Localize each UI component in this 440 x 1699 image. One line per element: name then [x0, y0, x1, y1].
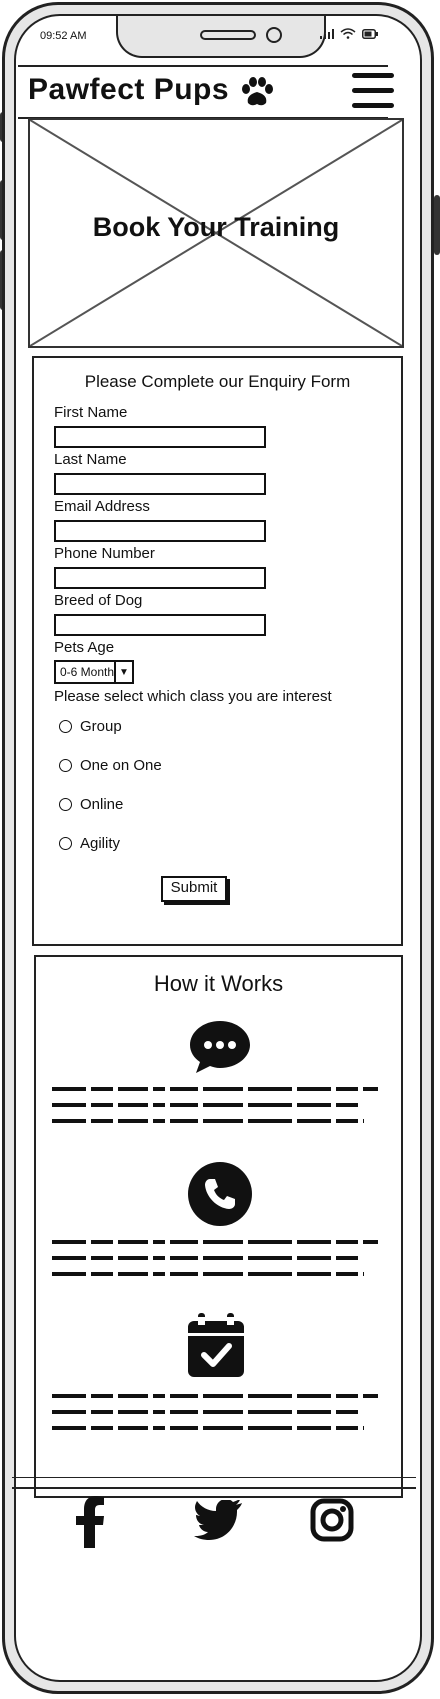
- enquiry-form: Please Complete our Enquiry Form First N…: [32, 356, 403, 946]
- breed-input[interactable]: [54, 614, 266, 636]
- radio-button[interactable]: [59, 798, 72, 811]
- wifi-icon: [340, 28, 356, 39]
- form-title: Please Complete our Enquiry Form: [84, 372, 351, 391]
- phone-side-button-right: [434, 195, 440, 255]
- how-it-works-section: How it Works: [34, 955, 403, 1498]
- class-option-agility[interactable]: Agility: [59, 835, 120, 852]
- pets-age-label: Pets Age: [54, 639, 115, 656]
- site-header: Pawfect Pups: [18, 65, 394, 119]
- pets-age-selected: 0-6 Months: [60, 665, 114, 679]
- signal-icon: [320, 28, 334, 39]
- status-time: 09:52 AM: [40, 30, 87, 42]
- brand-title[interactable]: Pawfect Pups: [28, 73, 229, 107]
- email-label: Email Address: [54, 498, 150, 515]
- class-prompt: Please select which class you are intere…: [54, 688, 332, 705]
- speaker-grille: [200, 30, 256, 40]
- footer-divider: [12, 1487, 416, 1489]
- class-option-label: One on One: [80, 757, 162, 774]
- instagram-icon[interactable]: [310, 1498, 354, 1542]
- email-input[interactable]: [54, 520, 266, 542]
- class-option-label: Agility: [80, 835, 121, 852]
- first-name-label: First Name: [54, 404, 128, 421]
- chat-bubble-icon: [190, 1021, 250, 1073]
- radio-button[interactable]: [59, 759, 72, 772]
- class-option-group[interactable]: Group: [59, 718, 122, 735]
- hamburger-menu-icon[interactable]: [352, 73, 394, 109]
- placeholder-text-scribble: [52, 1087, 378, 1123]
- calendar-check-icon: [188, 1313, 244, 1377]
- class-option-one-on-one[interactable]: One on One: [59, 757, 162, 774]
- radio-button[interactable]: [59, 720, 72, 733]
- twitter-icon[interactable]: [194, 1500, 242, 1540]
- placeholder-text-scribble: [52, 1240, 378, 1276]
- breed-label: Breed of Dog: [54, 592, 143, 609]
- dropdown-arrow-icon: ▼: [114, 662, 132, 682]
- placeholder-text-scribble: [52, 1394, 378, 1430]
- class-option-label: Group: [80, 718, 122, 735]
- class-option-online[interactable]: Online: [59, 796, 123, 813]
- front-camera: [266, 27, 282, 43]
- footer-divider: [12, 1477, 416, 1478]
- how-it-works-title: How it Works: [153, 971, 284, 996]
- last-name-input[interactable]: [54, 473, 266, 495]
- battery-icon: [362, 28, 378, 39]
- facebook-icon[interactable]: [74, 1496, 106, 1548]
- social-footer: [12, 1490, 416, 1554]
- pets-age-select[interactable]: 0-6 Months ▼: [54, 660, 134, 684]
- phone-input[interactable]: [54, 567, 266, 589]
- first-name-input[interactable]: [54, 426, 266, 448]
- hero-image-placeholder: Book Your Training: [28, 118, 404, 348]
- class-option-label: Online: [80, 796, 124, 813]
- phone-icon: [188, 1162, 252, 1226]
- phone-notch: [116, 16, 326, 58]
- phone-label: Phone Number: [54, 545, 155, 562]
- hero-title: Book Your Training: [92, 212, 340, 242]
- paw-icon: [242, 77, 273, 106]
- status-icons: [320, 28, 378, 39]
- last-name-label: Last Name: [54, 451, 127, 468]
- submit-button[interactable]: Submit: [161, 876, 227, 902]
- radio-button[interactable]: [59, 837, 72, 850]
